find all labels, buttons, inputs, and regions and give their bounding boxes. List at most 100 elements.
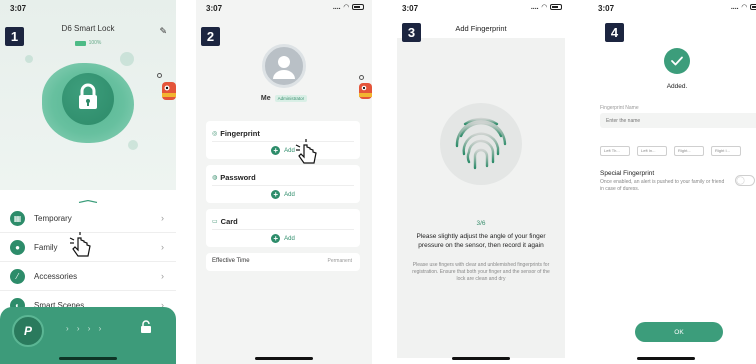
decor-bubble [120,52,134,66]
battery-icon [550,4,562,10]
menu-label: Temporary [34,213,72,223]
checkmark-icon [671,56,683,66]
special-fingerprint-title: Special Fingerprint [600,170,655,177]
padlock-icon [79,83,97,109]
home-indicator [59,357,117,360]
menu-item-accessories[interactable]: ⁄ Accessories › [0,262,176,291]
status-time: 3:07 [402,4,419,13]
battery-status: 100% [0,40,176,46]
chip-right-index[interactable]: Right I... [711,146,741,156]
tap-hand-icon [69,232,91,257]
settings-dot-icon[interactable] [359,75,364,80]
card-card: ▭ Card + Add [206,209,360,247]
status-time: 3:07 [598,4,615,13]
chip-left-index[interactable]: Left In... [637,146,667,156]
lock-title: D6 Smart Lock [61,24,115,33]
home-indicator [637,357,695,360]
wifi-icon: ◠ [541,4,547,11]
signal-icon: .... [730,3,739,11]
card-title: ◍ Password [212,173,256,182]
effective-time-label: Effective Time [212,258,250,264]
status-time: 3:07 [206,4,223,13]
chevron-right-icon: › [161,213,164,223]
fingerprint-added-screen: 3:07 .... ◠ 4 Added. Fingerprint Name Le… [588,0,756,364]
fingerprint-content: 3/6 Please slightly adjust the angle of … [397,38,565,358]
divider [212,141,354,142]
add-password-button[interactable]: + Add [206,190,360,199]
mascot-icon[interactable] [158,80,176,104]
wifi-icon: ◠ [741,4,747,11]
status-bar: 3:07 .... ◠ [196,0,372,16]
menu-label: Family [34,242,58,252]
fingerprint-icon: ◎ [212,131,218,137]
effective-time-row[interactable]: Effective Time Permanent [206,253,360,271]
step-badge-2: 2 [201,27,220,46]
card-icon: ▭ [212,219,218,225]
card-title: ◎ Fingerprint [212,129,260,138]
user-name: Me [260,95,271,102]
grid-icon: ▦ [10,210,25,226]
hint-text: Please use fingers with clear and unblem… [412,262,550,282]
card-title: ▭ Card [212,217,238,226]
slide-arrows: › › › › [66,324,105,333]
home-indicator [255,357,313,360]
add-label: Add [284,235,295,242]
fingerprint-icon [455,117,507,174]
step-badge-4: 4 [605,23,624,42]
status-icons: .... ◠ [731,3,756,11]
unlock-handle[interactable]: P [12,315,44,347]
user-silhouette-icon [273,56,295,79]
status-icons: .... ◠ [531,3,562,11]
lock-menu: ▦ Temporary › ● Family › ⁄ Accessories ›… [0,204,176,320]
avatar[interactable] [262,44,306,88]
add-card-button[interactable]: + Add [206,234,360,243]
special-fingerprint-toggle[interactable] [735,175,755,186]
plus-icon: + [271,146,281,155]
fingerprint-card: ◎ Fingerprint + Add [206,121,360,159]
battery-icon [750,4,756,10]
special-fingerprint-desc: Once enabled, an alert is pushed to your… [600,179,725,192]
member-detail-screen: 3:07 .... ◠ 2 Me Administrator ◎ Fingerp… [196,0,372,364]
battery-icon [74,40,86,46]
success-check [664,48,690,74]
add-fingerprint-screen: 3:07 .... ◠ Add Fingerprint 3/6 Please s… [392,0,570,364]
fingerprint-name-input[interactable] [600,113,756,128]
chevron-right-icon: › [161,271,164,281]
effective-time-value: Permanent [327,258,352,264]
user-name-row: Me Administrator [196,95,372,102]
add-fingerprint-button[interactable]: + Add [206,146,360,155]
chip-left-thumb[interactable]: Left Th... [600,146,630,156]
divider [212,185,354,186]
status-bar: 3:07 .... ◠ [588,0,756,16]
accessory-icon: ⁄ [10,268,25,284]
drawer-handle[interactable] [78,200,98,203]
instruction-text: Please slightly adjust the angle of your… [416,233,546,249]
settings-dot-icon[interactable] [157,73,162,78]
lock-home-screen: 3:07 1 D6 Smart Lock ✎ 100% ▦ Temporary … [0,0,176,364]
divider [212,229,354,230]
chevron-right-icon: › [161,242,164,252]
user-icon: ● [10,239,25,255]
decor-bubble [128,140,138,150]
chip-right-thumb[interactable]: Right... [674,146,704,156]
battery-icon [352,4,364,10]
scan-progress: 3/6 [476,220,486,227]
edit-icon[interactable]: ✎ [159,26,167,37]
mascot-icon[interactable] [356,81,372,103]
card-title-text: Card [220,217,238,226]
role-badge: Administrator [274,95,308,102]
wifi-icon: ◠ [343,4,349,11]
status-bar: 3:07 [0,0,176,16]
signal-icon: .... [530,3,539,11]
menu-item-temporary[interactable]: ▦ Temporary › [0,204,176,233]
ok-button[interactable]: OK [635,322,723,342]
status-icons: .... ◠ [333,3,364,11]
card-title-text: Password [220,173,256,182]
add-label: Add [284,191,295,198]
card-title-text: Fingerprint [220,129,260,138]
plus-icon: + [271,190,281,199]
status-bar: 3:07 .... ◠ [392,0,570,16]
password-icon: ◍ [212,175,218,181]
step-badge-3: 3 [402,23,421,42]
battery-text: 100% [88,40,102,46]
